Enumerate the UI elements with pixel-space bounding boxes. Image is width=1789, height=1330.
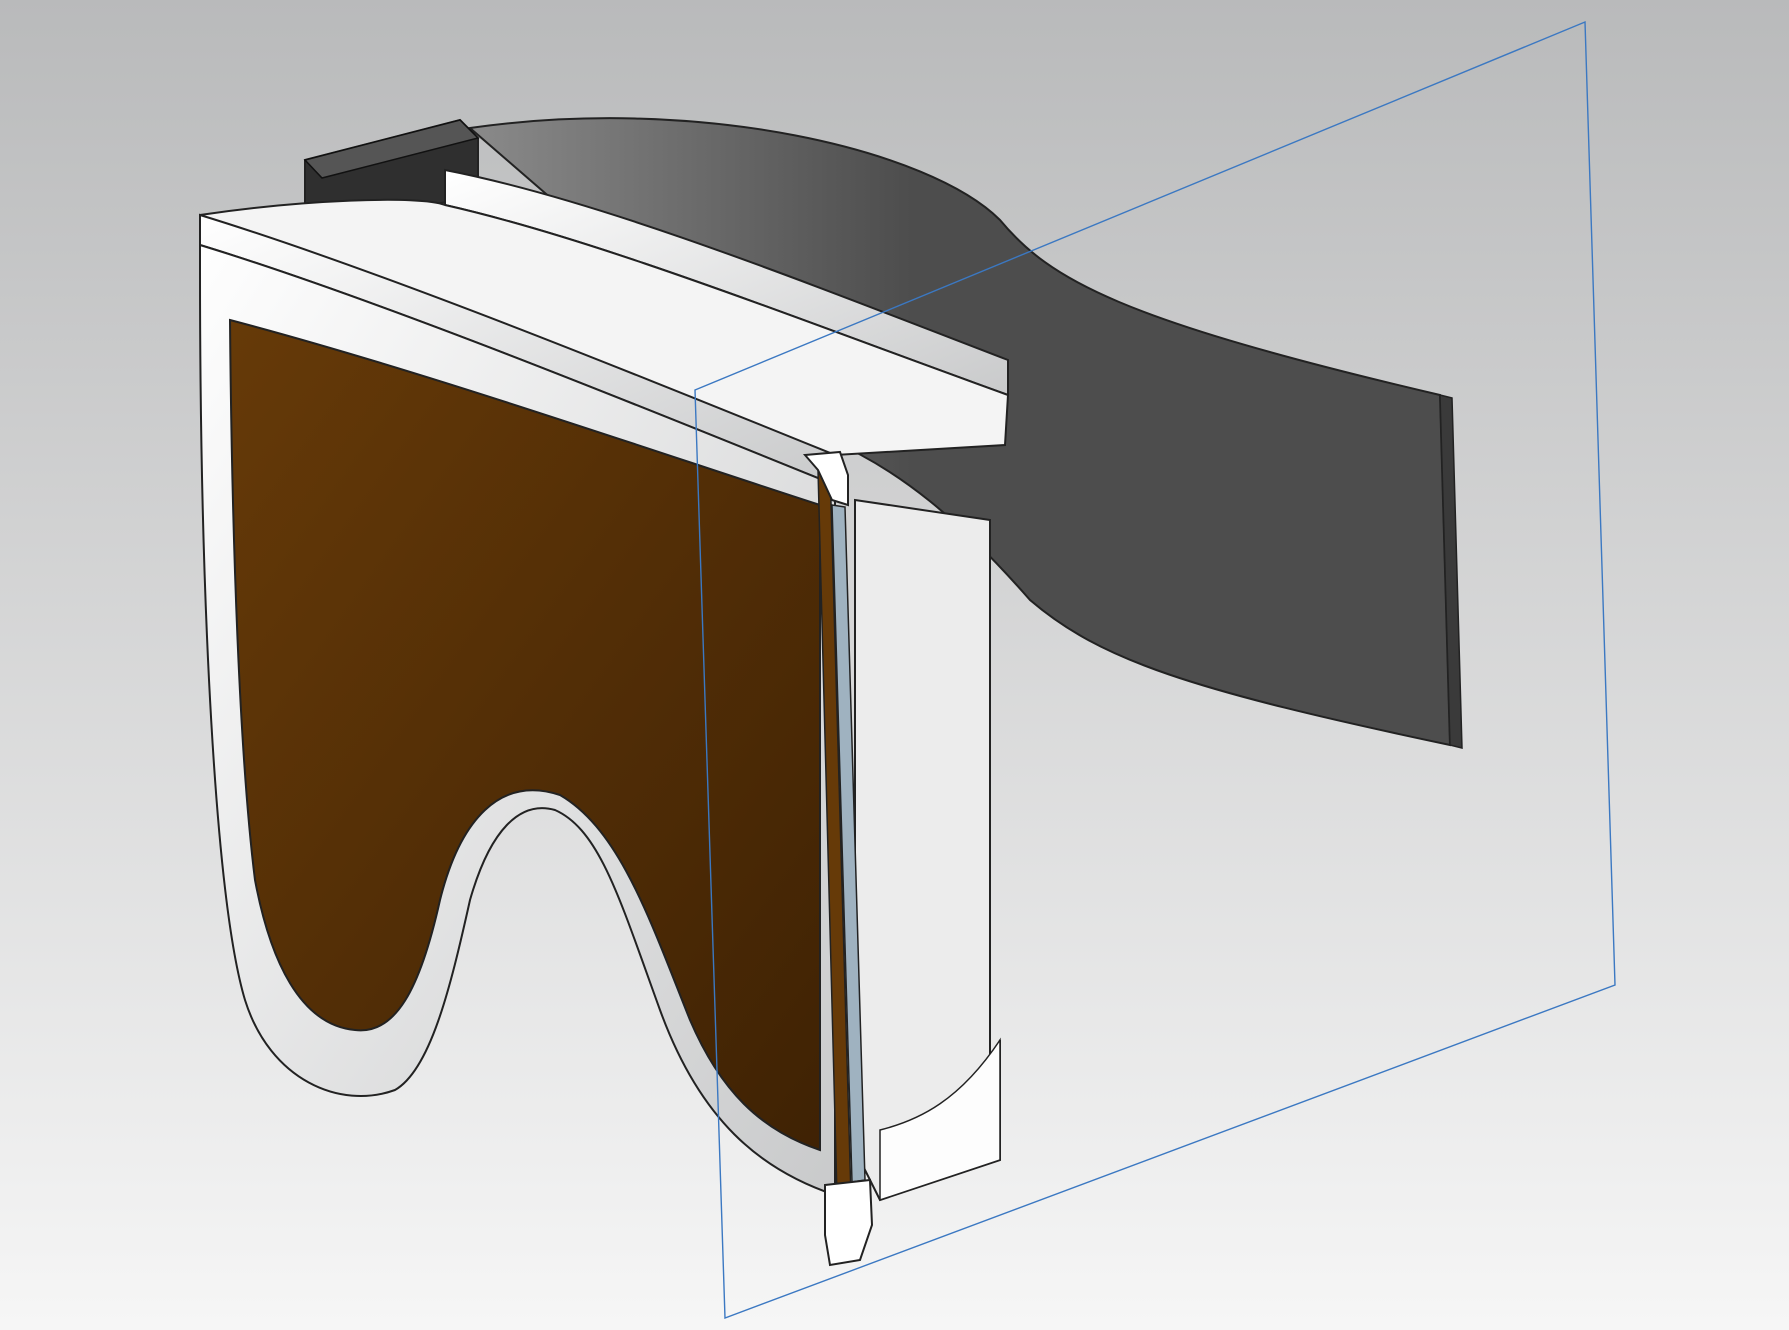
cad-viewport[interactable] (0, 0, 1789, 1330)
goggle-section-view[interactable] (0, 0, 1789, 1330)
